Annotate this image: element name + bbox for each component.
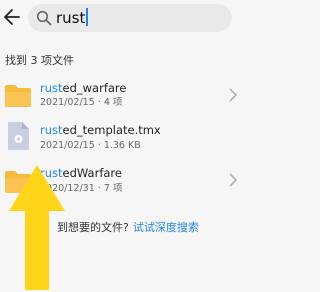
text-cursor — [86, 8, 88, 26]
search-input[interactable]: rust — [28, 4, 232, 32]
back-arrow-icon[interactable] — [2, 5, 24, 29]
folder-icon — [5, 85, 31, 107]
up-arrow-icon — [9, 165, 65, 290]
result-name: rusted_template.tmx — [40, 123, 161, 137]
result-meta: 2021/02/15 · 4 项 — [40, 97, 123, 108]
tmx-file-icon — [8, 122, 29, 150]
result-meta: 2021/02/15 · 1.36 KB — [40, 140, 141, 151]
chevron-right-icon — [229, 88, 238, 102]
result-count: 找到 3 项文件 — [5, 54, 74, 67]
deep-search-hint: 到想要的文件? 试试深度搜索 — [57, 219, 199, 235]
deep-search-link[interactable]: 试试深度搜索 — [133, 221, 199, 234]
top-bar: rust — [0, 0, 238, 40]
deep-search-prompt: 到想要的文件? — [57, 221, 129, 234]
search-query[interactable]: rust — [56, 8, 88, 28]
chevron-right-icon — [229, 173, 238, 187]
search-icon — [36, 10, 52, 26]
result-name: rusted_warfare — [40, 81, 127, 95]
